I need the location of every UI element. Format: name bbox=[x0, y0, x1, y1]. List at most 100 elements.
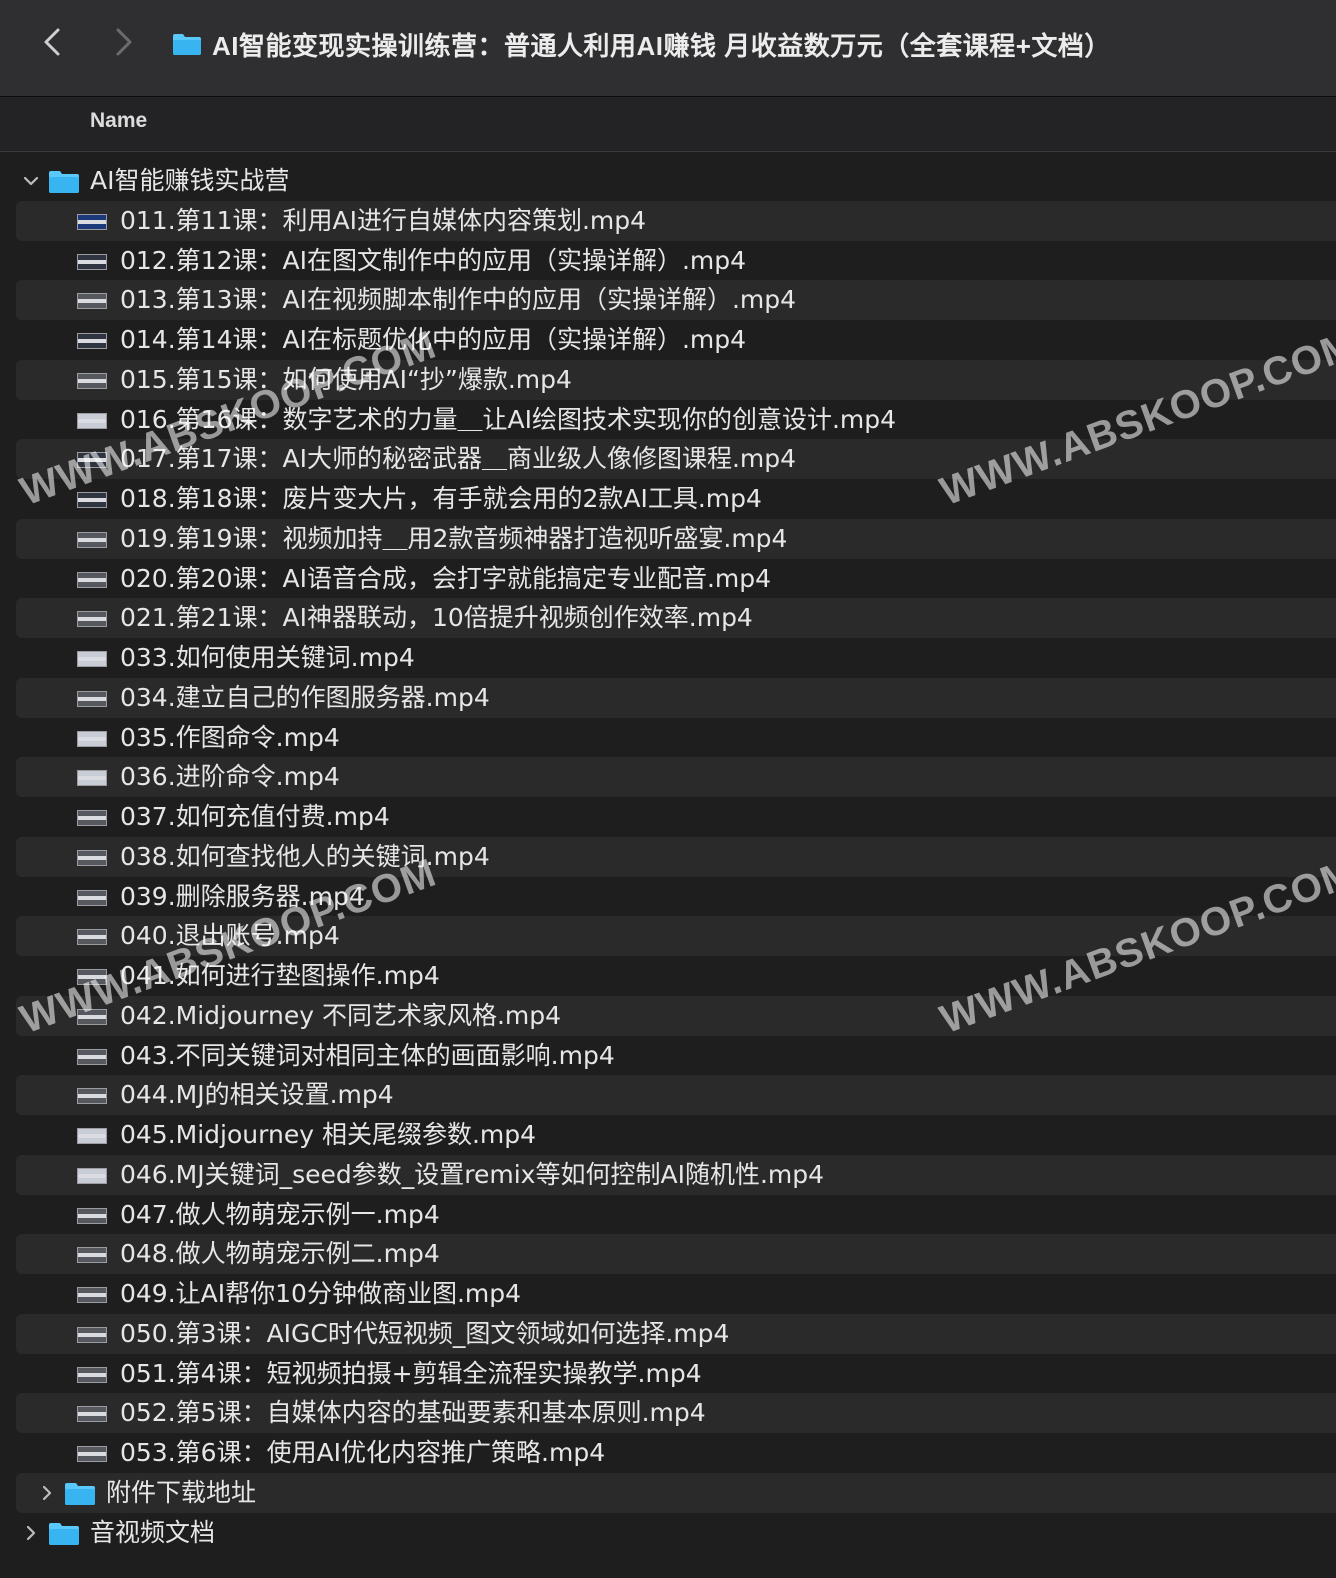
video-thumbnail-icon bbox=[77, 333, 107, 349]
chevron-right-icon bbox=[116, 28, 132, 56]
file-row[interactable]: 044.MJ的相关设置.mp4 bbox=[16, 1075, 1336, 1115]
file-row[interactable]: 014.第14课：AI在标题优化中的应用（实操详解）.mp4 bbox=[0, 320, 1336, 360]
name-column-header[interactable]: Name bbox=[90, 109, 147, 133]
file-name: 040.退出账号.mp4 bbox=[120, 921, 340, 951]
column-header-row: Name bbox=[0, 97, 1336, 152]
file-name: 014.第14课：AI在标题优化中的应用（实操详解）.mp4 bbox=[120, 325, 747, 354]
file-name: 038.如何查找他人的关键词.mp4 bbox=[120, 841, 490, 871]
video-thumbnail-icon bbox=[77, 810, 107, 826]
file-row[interactable]: 038.如何查找他人的关键词.mp4 bbox=[16, 836, 1336, 877]
file-name: 019.第19课：视频加持＿用2款音频神器打造视听盛宴.mp4 bbox=[120, 523, 788, 553]
file-list: AI智能赚钱实战营 011.第11课：利用AI进行自媒体内容策划.mp4 012.第… bbox=[0, 161, 1336, 1552]
file-name: 018.第18课：废片变大片，有手就会用的2款AI工具.mp4 bbox=[120, 484, 762, 513]
window-title: AI智能变现实操训练营：普通人利用AI赚钱 月收益数万元（全套课程+文档） bbox=[212, 30, 1111, 61]
video-thumbnail-icon bbox=[77, 929, 107, 946]
file-row[interactable]: 021.第21课：AI神器联动，10倍提升视频创作效率.mp4 bbox=[16, 598, 1336, 638]
file-name: 036.进阶命令.mp4 bbox=[120, 762, 340, 792]
folder-row[interactable]: AI智能赚钱实战营 bbox=[0, 161, 1336, 201]
file-name: 052.第5课：自媒体内容的基础要素和基本原则.mp4 bbox=[120, 1398, 706, 1428]
file-row[interactable]: 018.第18课：废片变大片，有手就会用的2款AI工具.mp4 bbox=[0, 479, 1336, 519]
folder-row[interactable]: 音视频文档 bbox=[0, 1513, 1336, 1553]
file-row[interactable]: 011.第11课：利用AI进行自媒体内容策划.mp4 bbox=[16, 200, 1336, 241]
file-name: 021.第21课：AI神器联动，10倍提升视频创作效率.mp4 bbox=[120, 603, 753, 633]
file-row[interactable]: 036.进阶命令.mp4 bbox=[16, 757, 1336, 797]
video-thumbnail-icon bbox=[77, 452, 107, 469]
file-row[interactable]: 012.第12课：AI在图文制作中的应用（实操详解）.mp4 bbox=[0, 241, 1336, 281]
file-name: 020.第20课：AI语音合成，会打字就能搞定专业配音.mp4 bbox=[120, 563, 772, 593]
file-row[interactable]: 016.第16课：数字艺术的力量＿让AI绘图技术实现你的创意设计.mp4 bbox=[0, 400, 1336, 440]
file-row[interactable]: 052.第5课：自媒体内容的基础要素和基本原则.mp4 bbox=[16, 1393, 1336, 1433]
video-thumbnail-icon bbox=[77, 849, 107, 866]
file-row[interactable]: 043.不同关键词对相同主体的画面影响.mp4 bbox=[0, 1036, 1336, 1076]
video-thumbnail-icon bbox=[77, 969, 107, 985]
video-thumbnail-icon bbox=[77, 1446, 107, 1462]
file-name: 012.第12课：AI在图文制作中的应用（实操详解）.mp4 bbox=[120, 245, 747, 275]
forward-button[interactable] bbox=[104, 22, 144, 62]
back-button[interactable] bbox=[34, 22, 74, 62]
file-name: 016.第16课：数字艺术的力量＿让AI绘图技术实现你的创意设计.mp4 bbox=[120, 404, 897, 434]
file-row[interactable]: 040.退出账号.mp4 bbox=[16, 916, 1336, 956]
file-row[interactable]: 041.如何进行垫图操作.mp4 bbox=[0, 956, 1336, 996]
file-row[interactable]: 049.让AI帮你10分钟做商业图.mp4 bbox=[0, 1274, 1336, 1314]
chevron-left-icon bbox=[44, 28, 60, 56]
folder-label: 音视频文档 bbox=[90, 1517, 216, 1547]
file-row[interactable]: 046.MJ关键词_seed参数_设置remix等如何控制AI随机性.mp4 bbox=[16, 1154, 1336, 1195]
file-row[interactable]: 042.Midjourney 不同艺术家风格.mp4 bbox=[16, 995, 1336, 1036]
folder-label: 附件下载地址 bbox=[106, 1477, 257, 1507]
file-row[interactable]: 051.第4课：短视频拍摄+剪辑全流程实操教学.mp4 bbox=[0, 1354, 1336, 1394]
file-row[interactable]: 047.做人物萌宠示例一.mp4 bbox=[0, 1195, 1336, 1235]
file-name: 045.Midjourney 相关尾缀参数.mp4 bbox=[120, 1120, 537, 1149]
video-thumbnail-icon bbox=[77, 611, 107, 628]
folder-row[interactable]: 附件下载地址 bbox=[16, 1472, 1336, 1513]
chevron-right-icon[interactable] bbox=[38, 1485, 56, 1501]
file-row[interactable]: 045.Midjourney 相关尾缀参数.mp4 bbox=[0, 1115, 1336, 1155]
file-row[interactable]: 034.建立自己的作图服务器.mp4 bbox=[16, 677, 1336, 718]
video-thumbnail-icon bbox=[77, 1128, 107, 1144]
file-name: 037.如何充值付费.mp4 bbox=[120, 802, 390, 831]
file-row[interactable]: 033.如何使用关键词.mp4 bbox=[0, 638, 1336, 678]
file-row[interactable]: 017.第17课：AI大师的秘密武器＿商业级人像修图课程.mp4 bbox=[16, 439, 1336, 479]
file-row[interactable]: 048.做人物萌宠示例二.mp4 bbox=[16, 1234, 1336, 1274]
video-thumbnail-icon bbox=[77, 770, 107, 787]
file-row[interactable]: 035.作图命令.mp4 bbox=[0, 718, 1336, 758]
file-row[interactable]: 039.删除服务器.mp4 bbox=[0, 877, 1336, 917]
video-thumbnail-icon bbox=[77, 1008, 107, 1025]
folder-icon bbox=[65, 1482, 95, 1505]
file-name: 013.第13课：AI在视频脚本制作中的应用（实操详解）.mp4 bbox=[120, 285, 797, 315]
video-thumbnail-icon bbox=[77, 253, 107, 270]
video-thumbnail-icon bbox=[77, 1287, 107, 1303]
video-thumbnail-icon bbox=[77, 1088, 107, 1105]
video-thumbnail-icon bbox=[77, 730, 107, 747]
file-row[interactable]: 015.第15课：如何使用AI“抄”爆款.mp4 bbox=[16, 359, 1336, 400]
file-row[interactable]: 019.第19课：视频加持＿用2款音频神器打造视听盛宴.mp4 bbox=[16, 518, 1336, 559]
video-thumbnail-icon bbox=[77, 690, 107, 707]
video-thumbnail-icon bbox=[77, 1167, 107, 1184]
file-name: 047.做人物萌宠示例一.mp4 bbox=[120, 1199, 440, 1229]
file-name: 017.第17课：AI大师的秘密武器＿商业级人像修图课程.mp4 bbox=[120, 444, 797, 474]
chevron-right-icon[interactable] bbox=[22, 1525, 40, 1541]
file-name: 053.第6课：使用AI优化内容推广策略.mp4 bbox=[120, 1438, 606, 1467]
video-thumbnail-icon bbox=[77, 1366, 107, 1383]
file-row[interactable]: 013.第13课：AI在视频脚本制作中的应用（实操详解）.mp4 bbox=[16, 280, 1336, 320]
file-name: 046.MJ关键词_seed参数_设置remix等如何控制AI随机性.mp4 bbox=[120, 1159, 825, 1189]
video-thumbnail-icon bbox=[77, 571, 107, 588]
file-row[interactable]: 020.第20课：AI语音合成，会打字就能搞定专业配音.mp4 bbox=[0, 559, 1336, 599]
file-name: 043.不同关键词对相同主体的画面影响.mp4 bbox=[120, 1040, 615, 1070]
video-thumbnail-icon bbox=[77, 372, 107, 389]
chevron-down-icon[interactable] bbox=[22, 173, 40, 189]
file-row[interactable]: 053.第6课：使用AI优化内容推广策略.mp4 bbox=[0, 1433, 1336, 1473]
file-row[interactable]: 050.第3课：AIGC时代短视频_图文领域如何选择.mp4 bbox=[16, 1313, 1336, 1354]
file-name: 051.第4课：短视频拍摄+剪辑全流程实操教学.mp4 bbox=[120, 1358, 702, 1388]
file-row[interactable]: 037.如何充值付费.mp4 bbox=[0, 797, 1336, 837]
title-bar: AI智能变现实操训练营：普通人利用AI赚钱 月收益数万元（全套课程+文档） bbox=[0, 0, 1336, 97]
file-name: 042.Midjourney 不同艺术家风格.mp4 bbox=[120, 1000, 562, 1030]
file-name: 035.作图命令.mp4 bbox=[120, 722, 340, 752]
file-name: 048.做人物萌宠示例二.mp4 bbox=[120, 1239, 440, 1269]
video-thumbnail-icon bbox=[77, 889, 107, 906]
video-thumbnail-icon bbox=[77, 1247, 107, 1264]
file-name: 015.第15课：如何使用AI“抄”爆款.mp4 bbox=[120, 364, 572, 394]
window-title-group: AI智能变现实操训练营：普通人利用AI赚钱 月收益数万元（全套课程+文档） bbox=[172, 24, 1111, 64]
file-name: 050.第3课：AIGC时代短视频_图文领域如何选择.mp4 bbox=[120, 1318, 730, 1348]
video-thumbnail-icon bbox=[77, 213, 107, 230]
video-thumbnail-icon bbox=[77, 1207, 107, 1224]
